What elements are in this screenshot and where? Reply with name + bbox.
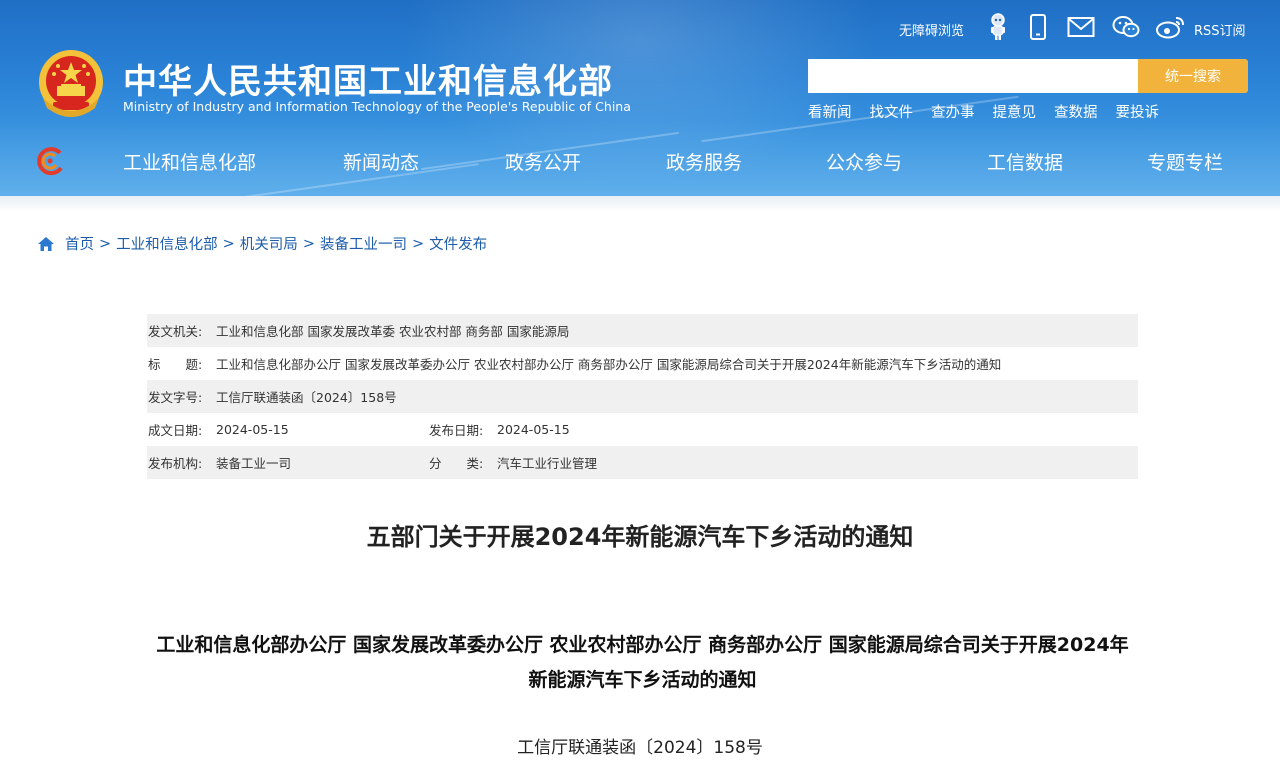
- meta-issuer: 工业和信息化部 国家发展改革委 农业农村部 商务部 国家能源局: [216, 324, 570, 339]
- national-emblem-icon[interactable]: [37, 48, 105, 120]
- search-input[interactable]: [808, 59, 1139, 93]
- breadcrumb-separator: >: [411, 235, 425, 252]
- document-title: 五部门关于开展2024年新能源汽车下乡活动的通知: [366, 523, 914, 551]
- nav-item-miit[interactable]: 工业和信息化部: [123, 148, 256, 175]
- quick-link-services[interactable]: 查办事: [931, 101, 975, 122]
- meta-label: 发文机关:: [148, 324, 203, 339]
- mobile-icon[interactable]: [1027, 12, 1049, 42]
- meta-row-doc-no: 发文字号: 工信厅联通装函〔2024〕158号: [147, 380, 1138, 413]
- site-title-en[interactable]: Ministry of Industry and Information Tec…: [123, 99, 631, 114]
- nav-item-data[interactable]: 工信数据: [987, 148, 1063, 175]
- document-subtitle: 工业和信息化部办公厅 国家发展改革委办公厅 农业农村部办公厅 商务部办公厅 国家…: [156, 634, 1129, 691]
- meta-label: 发布日期:: [429, 423, 484, 438]
- quick-link-data[interactable]: 查数据: [1054, 101, 1098, 122]
- quick-link-complaint[interactable]: 要投诉: [1116, 101, 1160, 122]
- breadcrumb-separator: >: [302, 235, 315, 252]
- breadcrumb-equipment-dept[interactable]: 装备工业一司: [320, 233, 407, 254]
- home-icon[interactable]: [37, 236, 55, 252]
- utility-bar: 无障碍浏览 RSS订阅: [0, 12, 1280, 42]
- breadcrumb: 首页 > 工业和信息化部 > 机关司局 > 装备工业一司 > 文件发布: [37, 233, 487, 254]
- meta-label: 成文日期:: [148, 423, 203, 438]
- meta-label: 发文字号:: [148, 390, 203, 405]
- breadcrumb-departments[interactable]: 机关司局: [240, 233, 298, 254]
- quick-link-news[interactable]: 看新闻: [808, 101, 852, 122]
- meta-row-issuer: 发文机关: 工业和信息化部 国家发展改革委 农业农村部 商务部 国家能源局: [147, 314, 1138, 347]
- main-nav: 工业和信息化部 新闻动态 政务公开 政务服务 公众参与 工信数据 专题专栏: [0, 148, 1280, 178]
- nav-item-gov-service[interactable]: 政务服务: [666, 148, 742, 175]
- nav-item-news[interactable]: 新闻动态: [343, 148, 419, 175]
- nav-item-participation[interactable]: 公众参与: [826, 148, 902, 175]
- nav-item-topics[interactable]: 专题专栏: [1147, 148, 1223, 175]
- document-number: 工信厅联通装函〔2024〕158号: [517, 738, 763, 758]
- meta-org: 装备工业一司: [216, 456, 292, 471]
- weibo-icon[interactable]: [1154, 12, 1186, 42]
- quick-link-files[interactable]: 找文件: [870, 101, 914, 122]
- meta-row-org: 发布机构: 装备工业一司 分 类: 汽车工业行业管理: [147, 446, 1138, 479]
- robot-assistant-icon[interactable]: [985, 12, 1011, 42]
- site-title[interactable]: 中华人民共和国工业和信息化部: [123, 54, 613, 103]
- meta-label: 标 题:: [148, 357, 203, 372]
- breadcrumb-separator: >: [99, 235, 112, 252]
- header-divider: [0, 196, 1280, 212]
- meta-published-date: 2024-05-15: [497, 422, 570, 437]
- meta-label: 分 类:: [429, 456, 484, 471]
- nav-item-gov-info[interactable]: 政务公开: [505, 148, 581, 175]
- breadcrumb-separator: >: [222, 235, 235, 252]
- breadcrumb-home[interactable]: 首页: [65, 233, 94, 254]
- meta-label: 发布机构:: [148, 456, 203, 471]
- meta-row-dates: 成文日期: 2024-05-15 发布日期: 2024-05-15: [147, 413, 1138, 446]
- meta-doc-no: 工信厅联通装函〔2024〕158号: [216, 390, 397, 405]
- meta-row-title: 标 题: 工业和信息化部办公厅 国家发展改革委办公厅 农业农村部办公厅 商务部办…: [147, 347, 1138, 380]
- breadcrumb-miit[interactable]: 工业和信息化部: [116, 233, 218, 254]
- search-button[interactable]: 统一搜索: [1138, 59, 1248, 93]
- accessibility-link[interactable]: 无障碍浏览: [899, 20, 964, 39]
- quick-links: 看新闻 找文件 查办事 提意见 查数据 要投诉: [808, 101, 1177, 122]
- site-header: 中华人民共和国工业和信息化部 Ministry of Industry and …: [0, 0, 1280, 196]
- document-meta-table: 发文机关: 工业和信息化部 国家发展改革委 农业农村部 商务部 国家能源局 标 …: [147, 314, 1138, 479]
- quick-link-feedback[interactable]: 提意见: [993, 101, 1037, 122]
- wechat-icon[interactable]: [1112, 12, 1140, 42]
- meta-written-date: 2024-05-15: [216, 422, 289, 437]
- rss-link[interactable]: RSS订阅: [1194, 20, 1246, 39]
- meta-title: 工业和信息化部办公厅 国家发展改革委办公厅 农业农村部办公厅 商务部办公厅 国家…: [216, 357, 1002, 372]
- breadcrumb-file-release[interactable]: 文件发布: [429, 233, 487, 254]
- meta-category: 汽车工业行业管理: [497, 456, 598, 471]
- mail-icon[interactable]: [1066, 12, 1096, 42]
